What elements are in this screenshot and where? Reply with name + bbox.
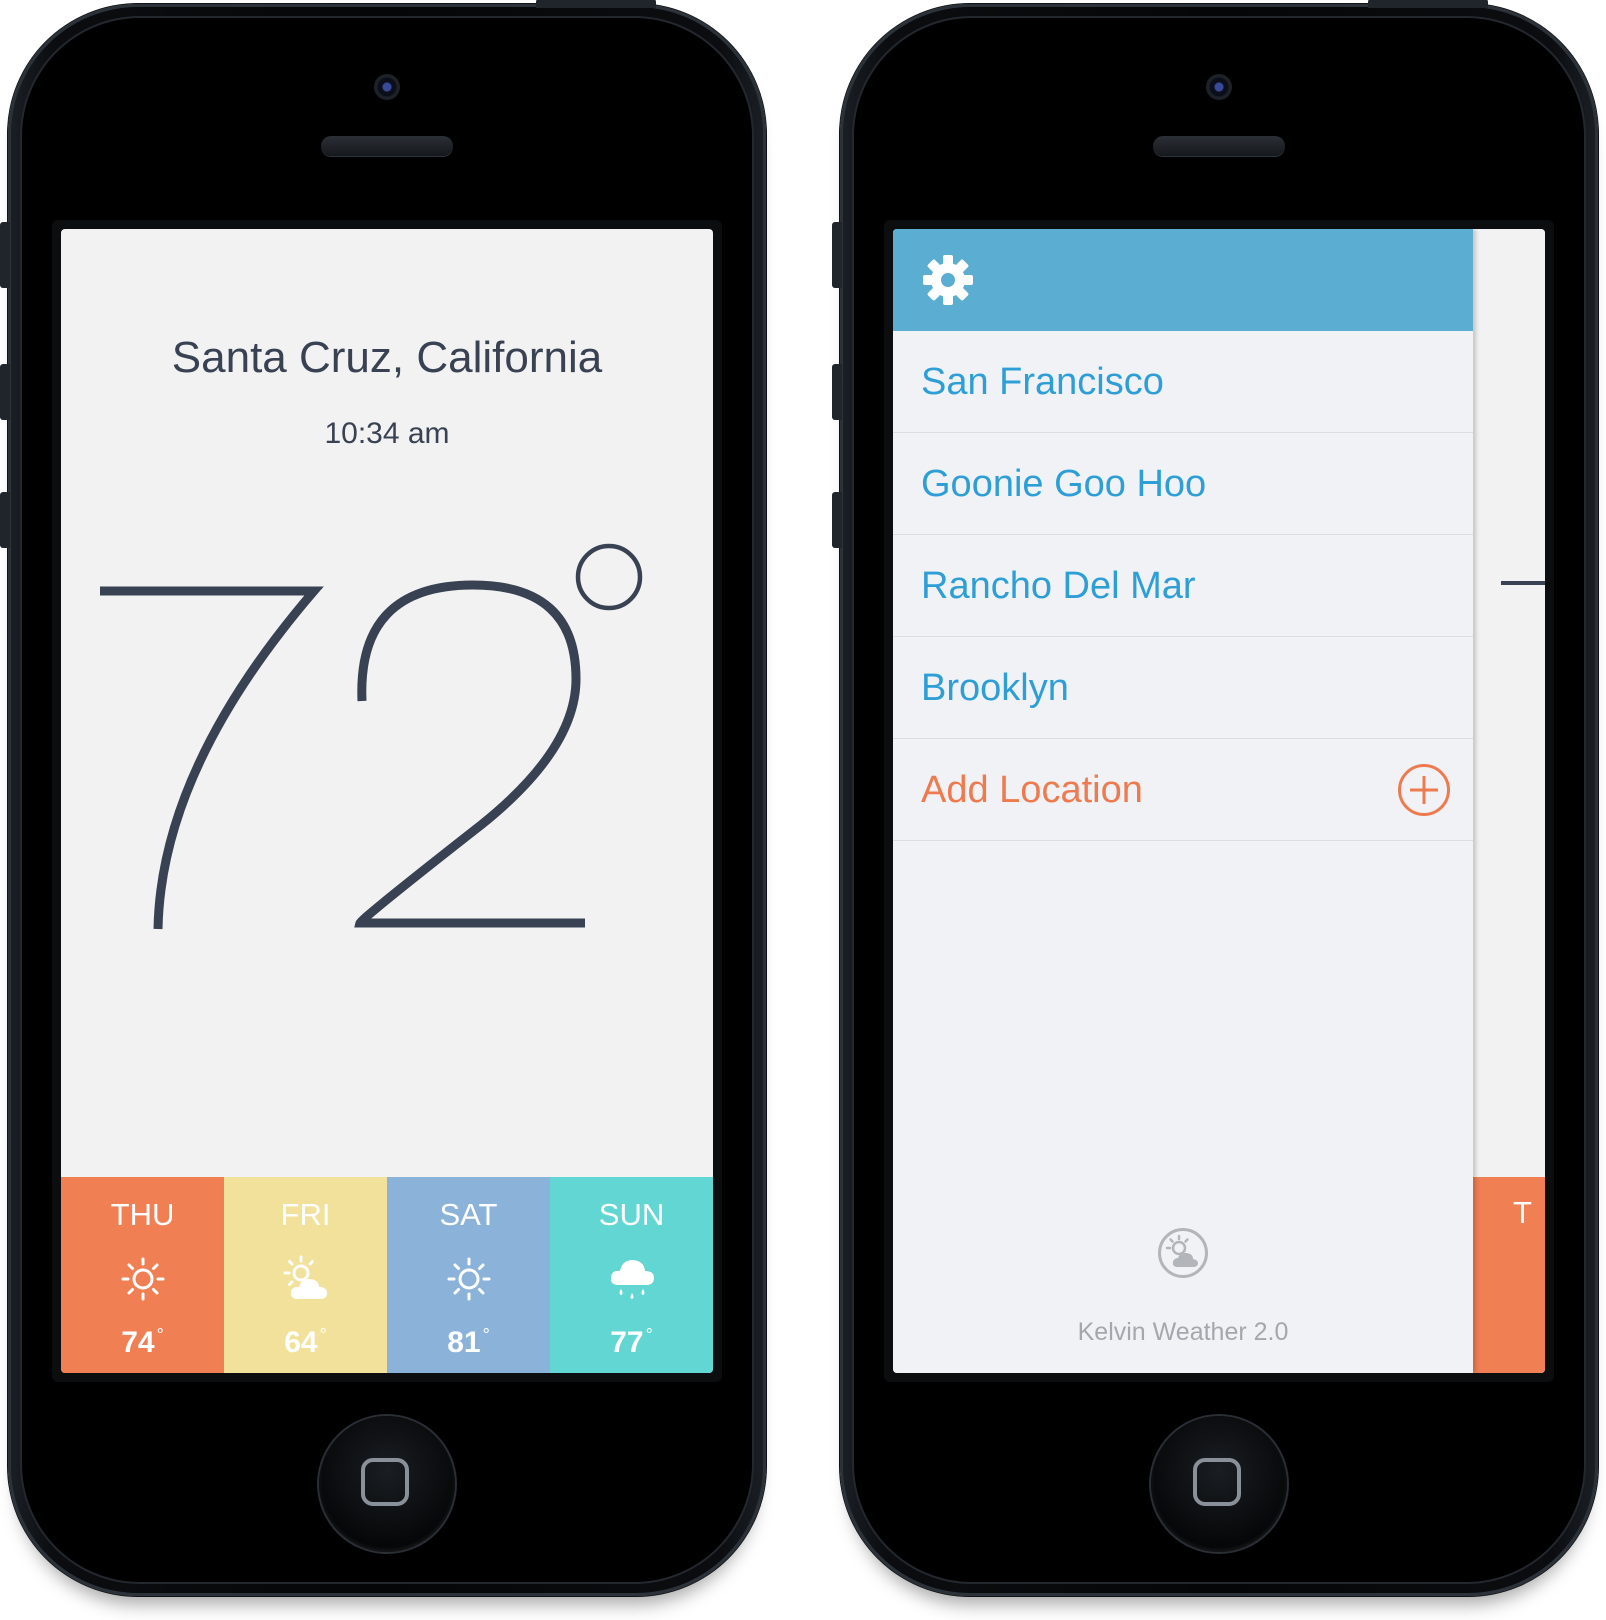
home-button[interactable] xyxy=(319,1416,455,1552)
menu-screen: T San Francisco Goonie Goo Hoo Rancho De… xyxy=(893,229,1545,1373)
add-circle-icon[interactable] xyxy=(1397,763,1451,817)
day-temperature: 74 ° xyxy=(121,1325,164,1359)
add-location-button[interactable]: Add Location xyxy=(893,739,1473,841)
digit-two xyxy=(354,580,585,928)
location-item-san-francisco[interactable]: San Francisco xyxy=(893,331,1473,433)
drawer-header xyxy=(893,229,1473,331)
temperature-display: 72 xyxy=(61,229,643,930)
day-name: SUN xyxy=(598,1197,665,1232)
day-name: THU xyxy=(110,1197,175,1232)
gear-icon[interactable] xyxy=(921,253,975,307)
locations-drawer: San Francisco Goonie Goo Hoo Rancho Del … xyxy=(893,229,1473,1373)
day-name: SAT xyxy=(439,1197,498,1232)
mute-switch xyxy=(0,222,10,288)
day-temperature: 77 ° xyxy=(610,1325,653,1359)
power-button xyxy=(1368,0,1488,8)
rain-cloud-icon xyxy=(610,1260,654,1299)
location-label: Goonie Goo Hoo xyxy=(921,463,1207,505)
home-button[interactable] xyxy=(1151,1416,1287,1552)
digit-seven xyxy=(100,586,324,930)
location-label: Brooklyn xyxy=(921,667,1069,709)
kelvin-logo-icon xyxy=(1158,1228,1208,1278)
location-item-brooklyn[interactable]: Brooklyn xyxy=(893,637,1473,739)
add-location-label: Add Location xyxy=(921,769,1143,811)
partly-cloudy-icon xyxy=(283,1255,327,1299)
temperature-value: 72 xyxy=(61,229,63,230)
phone-left: Santa Cruz, California 10:34 am 72 THU 7… xyxy=(0,0,766,1596)
location-label: San Francisco xyxy=(921,361,1164,403)
location-list: San Francisco Goonie Goo Hoo Rancho Del … xyxy=(893,331,1473,841)
day-name: T xyxy=(1513,1195,1532,1230)
speaker xyxy=(1153,136,1285,156)
speaker xyxy=(321,136,453,156)
location-label: Rancho Del Mar xyxy=(921,565,1196,607)
volume-up-button xyxy=(832,364,842,420)
weather-screen-peek[interactable]: T xyxy=(1465,229,1545,1373)
location-item-rancho-del-mar[interactable]: Rancho Del Mar xyxy=(893,535,1473,637)
forecast-day-fri[interactable]: FRI 64 ° xyxy=(224,1177,387,1373)
camera xyxy=(374,74,400,100)
temperature-peek xyxy=(1501,581,1545,585)
forecast-bar: THU 74 ° FRI 64 ° SAT 81 ° SUN 77 ° xyxy=(61,1177,713,1373)
power-button xyxy=(536,0,656,8)
mute-switch xyxy=(832,222,842,288)
day-temperature: 81 ° xyxy=(447,1325,490,1359)
volume-down-button xyxy=(832,492,842,548)
sun-icon xyxy=(447,1257,490,1301)
day-name: FRI xyxy=(280,1197,331,1232)
location-item-goonie-goo-hoo[interactable]: Goonie Goo Hoo xyxy=(893,433,1473,535)
forecast-peek: T xyxy=(1465,1177,1545,1373)
forecast-day-sat[interactable]: SAT 81 ° xyxy=(387,1177,550,1373)
camera xyxy=(1206,74,1232,100)
degree-icon xyxy=(575,543,643,611)
volume-up-button xyxy=(0,364,10,420)
forecast-day-sun[interactable]: SUN 77 ° xyxy=(550,1177,713,1373)
forecast-day-thu[interactable]: THU 74 ° xyxy=(61,1177,224,1373)
app-version: Kelvin Weather 2.0 xyxy=(1077,1318,1289,1346)
volume-down-button xyxy=(0,492,10,548)
phone-right: T San Francisco Goonie Goo Hoo Rancho De… xyxy=(832,0,1598,1596)
sun-icon xyxy=(121,1257,164,1301)
day-temperature: 64 ° xyxy=(284,1325,327,1359)
weather-screen: Santa Cruz, California 10:34 am 72 THU 7… xyxy=(61,229,713,1373)
